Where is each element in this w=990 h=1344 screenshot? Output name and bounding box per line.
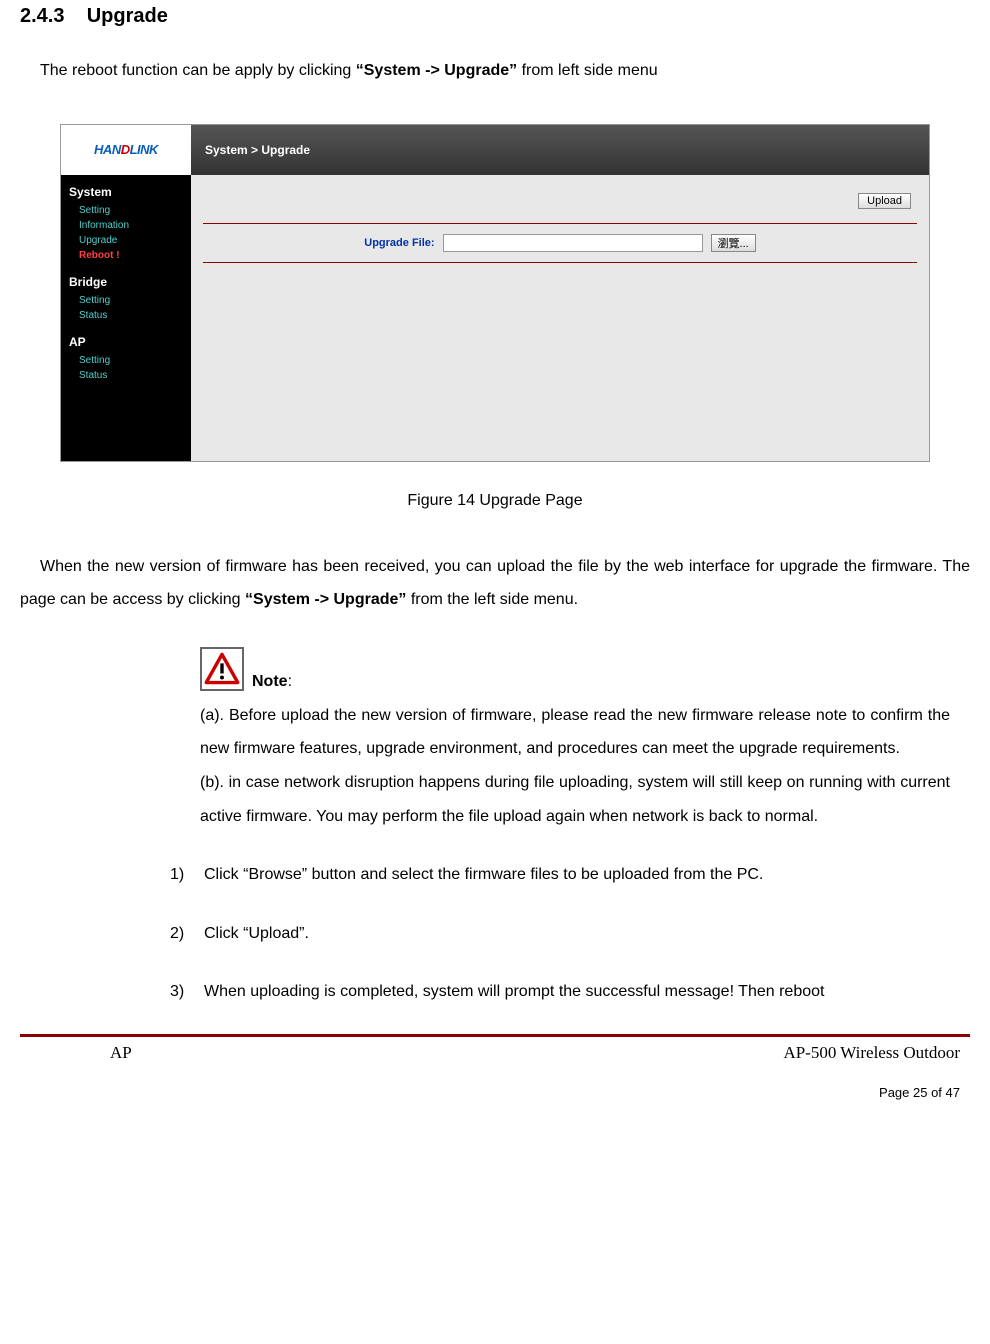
body-paragraph: When the new version of firmware has bee… [20, 550, 970, 617]
screenshot-body: System Setting Information Upgrade Reboo… [61, 175, 929, 461]
section-number: 2.4.3 [20, 5, 64, 27]
divider [203, 262, 917, 263]
note-header: Note: [200, 647, 950, 691]
sidebar-item-ap-status[interactable]: Status [61, 368, 191, 383]
upgrade-form-row: Upgrade File: 瀏覽... [203, 234, 917, 252]
section-heading: 2.4.3 Upgrade [20, 5, 970, 28]
step-number: 3) [170, 975, 204, 1009]
breadcrumb: System > Upgrade [191, 125, 929, 175]
list-item: 2) Click “Upload”. [170, 917, 950, 951]
intro-post: from left side menu [517, 62, 658, 79]
intro-paragraph: The reboot function can be apply by clic… [40, 58, 970, 84]
sidebar-item-bridge-setting[interactable]: Setting [61, 293, 191, 308]
step-number: 1) [170, 858, 204, 892]
sidebar-item-reboot[interactable]: Reboot ! [61, 248, 191, 263]
para2-bold: “System -> Upgrade” [245, 591, 406, 608]
step-text: Click “Browse” button and select the fir… [204, 858, 950, 892]
sidebar-item-bridge-status[interactable]: Status [61, 308, 191, 323]
nav-group-bridge: Bridge [61, 271, 191, 293]
step-list: 1) Click “Browse” button and select the … [170, 858, 950, 1009]
upgrade-file-input[interactable] [443, 234, 703, 252]
sidebar-item-ap-setting[interactable]: Setting [61, 353, 191, 368]
screenshot-main: Upload Upgrade File: 瀏覽... [191, 175, 929, 461]
sidebar-item-upgrade[interactable]: Upgrade [61, 233, 191, 248]
upgrade-file-label: Upgrade File: [364, 237, 434, 249]
section-title: Upgrade [87, 5, 168, 27]
warning-icon [200, 647, 244, 691]
intro-pre: The reboot function can be apply by clic… [40, 62, 356, 79]
browse-button[interactable]: 瀏覽... [711, 234, 756, 252]
list-item: 1) Click “Browse” button and select the … [170, 858, 950, 892]
step-text: When uploading is completed, system will… [204, 975, 950, 1009]
note-text-b: (b). in case network disruption happens … [200, 766, 950, 833]
page-number: Page 25 of 47 [20, 1085, 970, 1100]
nav-group-ap: AP [61, 331, 191, 353]
footer-right: AP-500 Wireless Outdoor [783, 1043, 960, 1063]
footer-left: AP [110, 1043, 132, 1063]
note-label: Note: [252, 673, 292, 691]
step-number: 2) [170, 917, 204, 951]
upload-button[interactable]: Upload [858, 193, 911, 209]
sidebar-item-setting[interactable]: Setting [61, 203, 191, 218]
screenshot-header: HANDLINK System > Upgrade [61, 125, 929, 175]
figure-caption: Figure 14 Upgrade Page [20, 492, 970, 510]
note-label-bold: Note [252, 673, 288, 690]
embedded-screenshot: HANDLINK System > Upgrade System Setting… [60, 124, 930, 462]
logo-d: D [121, 142, 130, 157]
note-colon: : [288, 673, 292, 690]
sidebar: System Setting Information Upgrade Reboo… [61, 175, 191, 461]
divider [203, 223, 917, 224]
logo-link: LINK [130, 142, 158, 157]
step-text: Click “Upload”. [204, 917, 950, 951]
para2-post: from the left side menu. [406, 591, 578, 608]
nav-group-system: System [61, 181, 191, 203]
page-footer: AP AP-500 Wireless Outdoor [20, 1043, 970, 1067]
brand-logo: HANDLINK [61, 125, 191, 175]
note-text-a: (a). Before upload the new version of fi… [200, 699, 950, 766]
intro-bold: “System -> Upgrade” [356, 62, 517, 79]
list-item: 3) When uploading is completed, system w… [170, 975, 950, 1009]
footer-rule [20, 1034, 970, 1037]
logo-han: HAN [94, 142, 121, 157]
sidebar-item-information[interactable]: Information [61, 218, 191, 233]
note-block: Note: (a). Before upload the new version… [200, 647, 950, 833]
